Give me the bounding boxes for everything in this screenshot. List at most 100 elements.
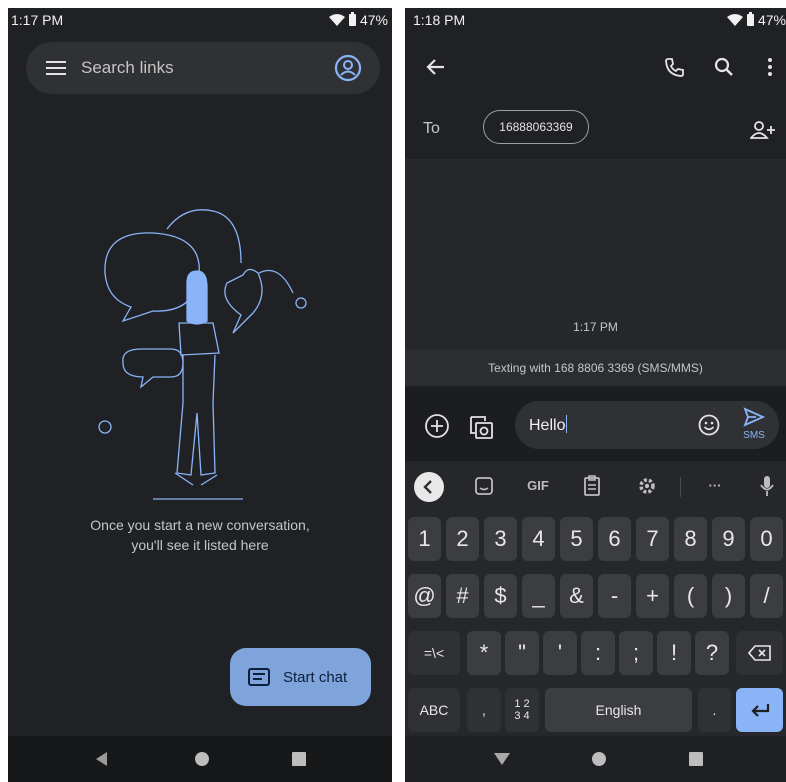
key-colon[interactable]: : [581,631,615,675]
key-double-quote[interactable]: " [505,631,539,675]
key-hash[interactable]: # [446,574,479,618]
sticker-icon[interactable] [473,474,495,498]
empty-state-message: Once you start a new conversation, you'l… [8,515,392,555]
key-asterisk[interactable]: * [467,631,501,675]
keyboard: GIF ··· 1 2 3 4 5 6 7 8 9 0 @ # $ _ & - … [405,461,786,782]
key-plus[interactable]: + [636,574,669,618]
key-2[interactable]: 2 [446,517,479,561]
numpad-key-top: 1 2 [514,698,530,710]
space-key[interactable]: English [545,688,692,732]
key-single-quote[interactable]: ' [543,631,577,675]
key-close-paren[interactable]: ) [712,574,745,618]
chevron-left-icon [423,480,432,494]
status-time: 1:18 PM [413,12,466,28]
keyboard-dismiss-icon[interactable] [494,753,510,765]
search-input[interactable]: Search links [81,58,174,78]
recents-icon[interactable] [292,752,306,766]
add-person-icon[interactable] [750,120,776,140]
keyboard-toolbar: GIF ··· [405,461,786,511]
account-icon[interactable] [334,54,362,82]
compose-bar: Hello SMS [405,386,786,461]
status-bar: 1:17 PM 47% [8,8,392,34]
status-time: 1:17 PM [11,12,64,28]
key-7[interactable]: 7 [636,517,669,561]
status-bar: 1:18 PM 47% [405,8,786,34]
text-cursor [566,415,568,433]
new-message-screen: 1:18 PM 47% To 16888063369 1:17 PM Texti… [405,8,786,782]
key-0[interactable]: 0 [750,517,783,561]
enter-icon [750,704,769,717]
message-timestamp: 1:17 PM [573,320,618,334]
to-label: To [423,120,440,137]
recipient-chip[interactable]: 16888063369 [483,110,589,144]
key-exclamation[interactable]: ! [657,631,691,675]
key-1[interactable]: 1 [408,517,441,561]
key-semicolon[interactable]: ; [619,631,653,675]
start-chat-label: Start chat [283,669,348,686]
key-at[interactable]: @ [408,574,441,618]
microphone-icon[interactable] [758,474,776,498]
emoji-icon[interactable] [697,413,721,437]
numpad-key-bottom: 3 4 [514,710,530,722]
chat-icon [248,668,270,686]
message-text: Hello [529,417,566,434]
key-dollar[interactable]: $ [484,574,517,618]
wifi-icon [726,14,743,26]
key-question[interactable]: ? [695,631,729,675]
backspace-key[interactable] [736,631,783,675]
key-period[interactable]: . [698,688,731,732]
home-icon[interactable] [592,752,606,766]
conversations-screen: 1:17 PM 47% Search links Once you start … [8,8,392,782]
key-4[interactable]: 4 [522,517,555,561]
enter-key[interactable] [736,688,783,732]
key-symbols-more[interactable]: =\< [408,631,460,675]
more-vert-icon[interactable] [758,55,782,79]
abc-key[interactable]: ABC [408,688,460,732]
system-nav-bar [8,736,392,782]
toolbar-divider [680,477,681,497]
battery-icon [348,12,356,26]
system-nav-bar [405,736,786,782]
key-ampersand[interactable]: & [560,574,593,618]
gallery-icon[interactable] [467,413,495,441]
settings-icon[interactable] [636,474,658,498]
key-comma[interactable]: , [467,688,501,732]
phone-icon[interactable] [663,55,687,79]
key-5[interactable]: 5 [560,517,593,561]
key-underscore[interactable]: _ [522,574,555,618]
empty-state-line1: Once you start a new conversation, [90,517,310,533]
gif-button[interactable]: GIF [524,474,552,498]
start-chat-button[interactable]: Start chat [230,648,371,706]
key-3[interactable]: 3 [484,517,517,561]
decor-circle [98,420,112,434]
back-arrow-icon[interactable] [424,55,448,79]
key-9[interactable]: 9 [712,517,745,561]
search-bar[interactable]: Search links [26,42,380,94]
back-icon[interactable] [96,752,107,766]
empty-state-line2: you'll see it listed here [131,537,269,553]
recipient-row: To 16888063369 [405,98,786,160]
clipboard-icon[interactable] [582,474,602,498]
send-icon [743,407,766,427]
key-open-paren[interactable]: ( [674,574,707,618]
key-6[interactable]: 6 [598,517,631,561]
collapse-toolbar-button[interactable] [414,472,444,502]
key-8[interactable]: 8 [674,517,707,561]
message-input[interactable]: Hello SMS [515,401,779,449]
empty-state-illustration [104,209,307,500]
add-attachment-icon[interactable] [424,413,450,439]
recents-icon[interactable] [689,752,703,766]
send-sms-label: SMS [743,430,765,441]
search-icon[interactable] [712,55,736,79]
menu-icon[interactable] [46,61,66,75]
battery-percent: 47% [757,12,786,28]
battery-icon [746,12,754,26]
key-slash[interactable]: / [750,574,783,618]
numpad-key[interactable]: 1 2 3 4 [505,688,539,732]
wifi-icon [328,14,345,26]
texting-info-banner: Texting with 168 8806 3369 (SMS/MMS) [405,350,786,386]
key-minus[interactable]: - [598,574,631,618]
more-options-button[interactable]: ··· [703,474,727,498]
home-icon[interactable] [195,752,209,766]
send-button[interactable]: SMS [739,407,769,441]
